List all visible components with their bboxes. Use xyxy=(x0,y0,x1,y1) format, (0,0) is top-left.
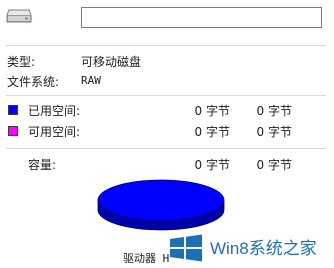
free-space-label: 可用空间: xyxy=(28,125,81,139)
watermark-text: Win8系统之家 xyxy=(210,239,317,258)
used-space-size: 0 字节 xyxy=(256,104,292,118)
type-value: 可移动磁盘 xyxy=(81,55,142,69)
free-space-bytes: 0 字节 xyxy=(194,125,230,139)
divider-top xyxy=(6,45,326,46)
divider-middle xyxy=(6,95,326,96)
disk-usage-pie xyxy=(97,179,225,231)
drive-caption: 驱动器 H xyxy=(123,252,170,265)
watermark: Win8系统之家 xyxy=(170,234,317,262)
capacity-label: 容量: xyxy=(28,158,57,172)
free-space-swatch xyxy=(8,126,18,136)
free-space-size: 0 字节 xyxy=(256,125,292,139)
windows-logo-icon xyxy=(170,234,202,262)
used-space-label: 已用空间: xyxy=(28,104,81,118)
drive-name-input[interactable] xyxy=(81,7,322,28)
pie-disc-top xyxy=(97,179,225,221)
removable-drive-icon xyxy=(6,9,32,23)
filesystem-value: RAW xyxy=(81,74,101,87)
type-label: 类型: xyxy=(7,55,36,69)
used-space-swatch xyxy=(8,105,18,115)
divider-capacity xyxy=(6,148,326,149)
filesystem-label: 文件系统: xyxy=(7,75,60,89)
capacity-bytes: 0 字节 xyxy=(194,158,230,172)
capacity-size: 0 字节 xyxy=(256,158,292,172)
used-space-bytes: 0 字节 xyxy=(194,104,230,118)
